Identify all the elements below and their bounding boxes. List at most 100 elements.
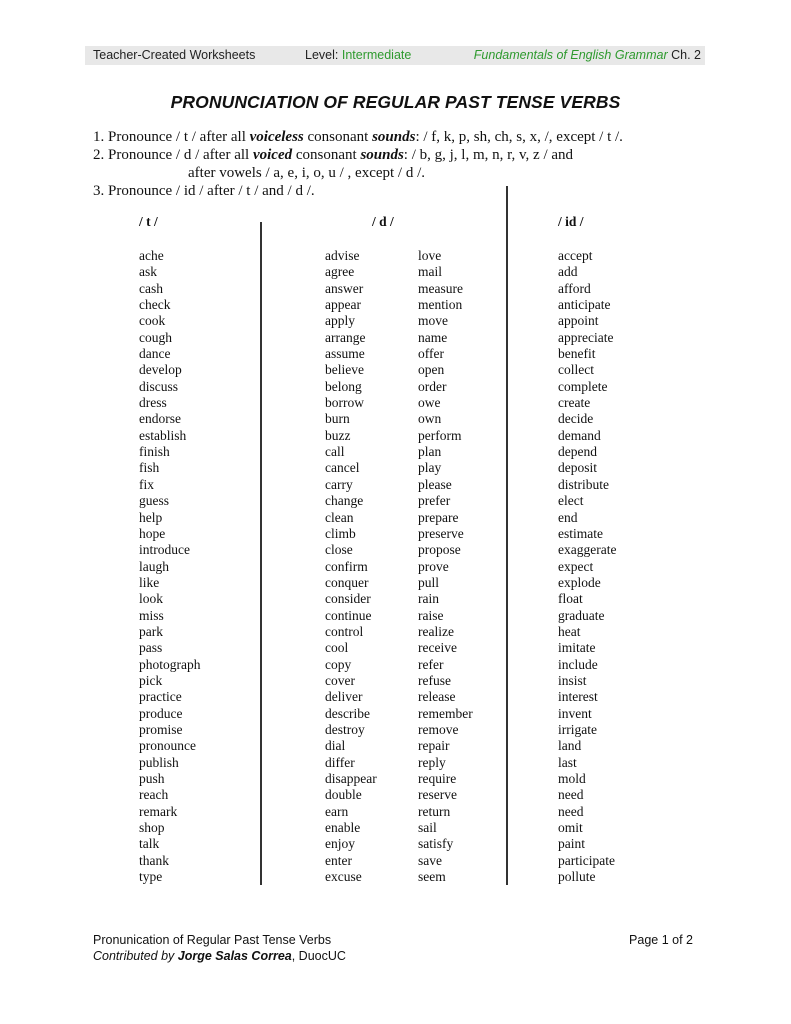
verb-item: invent	[558, 705, 592, 721]
verb-item: guess	[139, 493, 169, 509]
verb-item: cough	[139, 329, 172, 345]
verb-item: expect	[558, 558, 594, 574]
verb-item: mold	[558, 771, 586, 786]
column-heading-d: / d /	[372, 214, 394, 229]
verb-item: float	[558, 591, 583, 607]
verb-item: hope	[139, 525, 166, 541]
verb-item: close	[325, 542, 353, 558]
verb-item: own	[418, 411, 442, 427]
level-value: Intermediate	[341, 48, 412, 62]
verb-item: look	[139, 591, 164, 607]
verb-item: estimate	[558, 525, 603, 541]
book-title: Fundamentals of English Grammar	[473, 48, 668, 62]
verb-item: publish	[139, 754, 179, 770]
verb-item: enjoy	[325, 836, 355, 852]
verb-item: ache	[139, 248, 164, 263]
verb-item: deposit	[558, 460, 597, 476]
verb-item: reply	[418, 754, 446, 770]
header-worksheets-label: Teacher-Created Worksheets	[93, 48, 256, 62]
verb-item: assume	[325, 346, 365, 362]
header-book: Fundamentals of English Grammar Ch. 2	[474, 46, 701, 65]
verb-item: call	[325, 444, 345, 460]
verb-item: cash	[139, 280, 163, 296]
verb-item: borrow	[325, 395, 364, 411]
verb-item: check	[139, 297, 171, 313]
verb-item: finish	[139, 444, 170, 460]
verb-item: answer	[325, 280, 364, 296]
verb-item: arrange	[325, 329, 366, 345]
verb-item: establish	[139, 427, 187, 443]
verb-item: afford	[558, 280, 591, 296]
rule-text: consonant	[292, 147, 361, 163]
verb-item: complete	[558, 378, 608, 394]
verb-item: accept	[558, 248, 593, 263]
verb-item: owe	[418, 395, 441, 411]
verb-item: change	[325, 493, 364, 509]
column-heading-id: / id /	[558, 214, 584, 229]
verb-item: include	[558, 656, 598, 672]
verb-item: discuss	[139, 378, 179, 394]
verb-item: exaggerate	[558, 542, 617, 558]
verb-item: end	[558, 509, 578, 525]
verb-item: refuse	[418, 672, 451, 688]
verb-item: produce	[139, 705, 183, 721]
verb-item: continue	[325, 607, 372, 623]
verb-item: paint	[558, 836, 585, 852]
verb-item: help	[139, 509, 163, 525]
verb-item: develop	[139, 362, 182, 378]
verb-item: order	[418, 378, 447, 394]
verb-item: decide	[558, 411, 594, 427]
verb-item: heat	[558, 623, 581, 639]
verb-item: return	[418, 803, 451, 819]
verb-item: appreciate	[558, 329, 614, 345]
verb-item: receive	[418, 640, 457, 656]
header-bar: Teacher-Created Worksheets Level: Interm…	[85, 46, 705, 65]
verb-item: dress	[139, 395, 167, 411]
verb-item: excuse	[325, 869, 362, 885]
rule-text: 2. Pronounce / d / after all	[93, 147, 253, 163]
verb-item: mention	[418, 297, 463, 313]
verb-item: mail	[418, 264, 442, 280]
page-title: PRONUNCIATION OF REGULAR PAST TENSE VERB…	[170, 92, 621, 112]
rule-emphasis: sounds	[372, 129, 416, 145]
verb-item: reach	[139, 787, 169, 803]
rule-text: : / f, k, p, sh, ch, s, x, /, except / t…	[415, 129, 623, 145]
verb-item: push	[139, 771, 165, 786]
verb-item: move	[418, 313, 448, 329]
verb-item: fish	[139, 460, 160, 476]
verb-item: name	[418, 329, 448, 345]
verb-item: explode	[558, 574, 601, 590]
verb-item: insist	[558, 672, 587, 688]
verb-item: participate	[558, 852, 615, 868]
chapter-label: Ch. 2	[667, 48, 701, 62]
contributed-by-label: Contributed by	[93, 949, 178, 963]
verb-item: shop	[139, 820, 165, 836]
verb-item: save	[418, 852, 442, 868]
verb-item: describe	[325, 705, 370, 721]
verb-item: distribute	[558, 476, 609, 492]
footer-contributor: Contributed by Jorge Salas Correa, DuocU…	[93, 948, 693, 964]
verb-item: photograph	[139, 656, 201, 672]
verb-item: demand	[558, 427, 601, 443]
verb-item: confirm	[325, 558, 368, 574]
verb-item: buzz	[325, 427, 351, 443]
footer: Pronunication of Regular Past Tense Verb…	[93, 932, 693, 964]
verb-item: prove	[418, 558, 449, 574]
verb-item: cancel	[325, 460, 360, 476]
verb-item: control	[325, 623, 364, 639]
verb-item: belong	[325, 378, 362, 394]
verb-item: appear	[325, 297, 361, 313]
word-list-d-first: advise agree answer appear apply arrange assum…	[325, 248, 377, 885]
verb-item: enable	[325, 820, 361, 836]
verb-item: refer	[418, 656, 444, 672]
verb-item: type	[139, 869, 163, 885]
verb-item: promise	[139, 721, 183, 737]
verb-item: satisfy	[418, 836, 454, 852]
verb-item: like	[139, 574, 160, 590]
verb-item: raise	[418, 607, 444, 623]
verb-item: please	[418, 476, 452, 492]
verb-item: realize	[418, 623, 454, 639]
rules-list: 1. Pronounce / t / after all voiceless c…	[93, 128, 623, 200]
verb-item: release	[418, 689, 456, 705]
verb-item: dial	[325, 738, 346, 754]
